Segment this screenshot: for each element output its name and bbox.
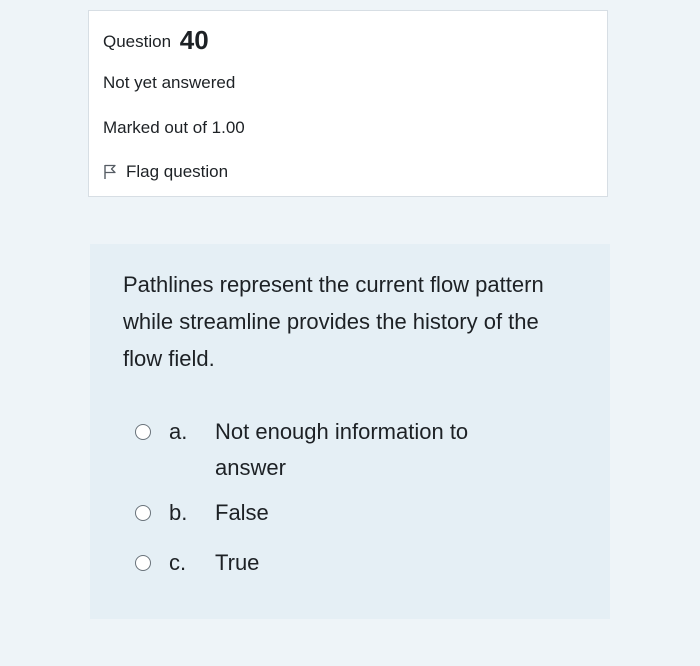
radio-a[interactable] <box>135 424 151 440</box>
question-text: Pathlines represent the current flow pat… <box>123 272 544 371</box>
question-info-panel: Question 40 Not yet answered Marked out … <box>88 10 608 197</box>
question-heading: Question 40 <box>103 25 209 56</box>
flag-icon <box>103 164 117 180</box>
question-state: Not yet answered <box>103 73 236 92</box>
answer-letter-c: c. <box>169 550 187 575</box>
question-grade: Marked out of 1.00 <box>103 118 245 137</box>
question-content-panel: Pathlines represent the current flow pat… <box>90 244 610 619</box>
question-number: 40 <box>179 25 209 55</box>
answer-text-a: Not enough information to answer <box>215 419 469 480</box>
answer-letter-b: b. <box>169 500 188 525</box>
radio-c[interactable] <box>135 555 151 571</box>
flag-question-link[interactable]: Flag question <box>103 162 228 182</box>
answer-letter-a: a. <box>169 419 188 444</box>
radio-b[interactable] <box>135 505 151 521</box>
answer-text-b: False <box>215 500 269 525</box>
answer-text-c: True <box>215 550 260 575</box>
flag-question-label: Flag question <box>126 162 229 181</box>
question-label: Question <box>103 32 172 51</box>
